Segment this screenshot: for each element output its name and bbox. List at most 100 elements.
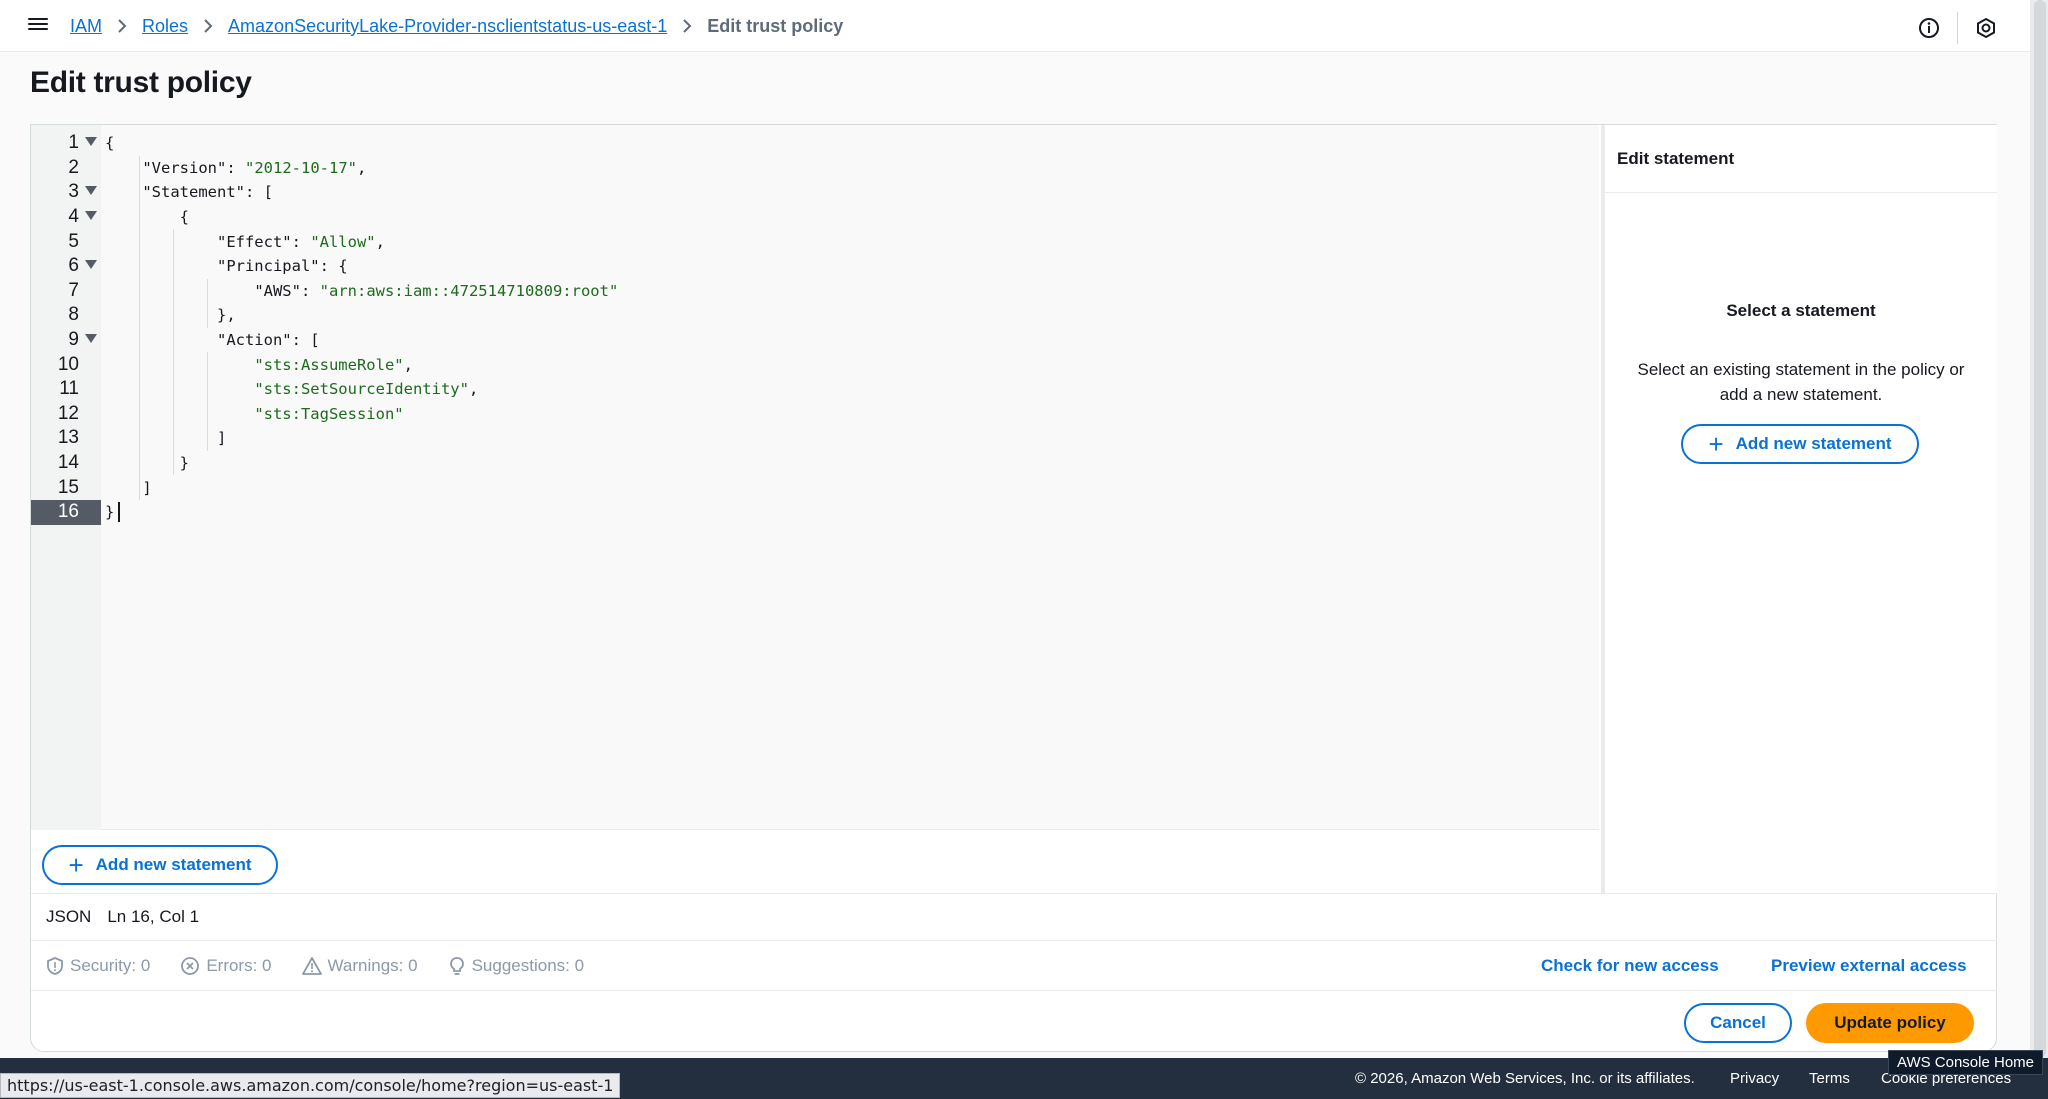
- policy-editor-card: 1{2 "Version": "2012-10-17", 3 "Statement…: [30, 124, 1997, 1052]
- line-number-text: 11: [59, 378, 79, 400]
- code-line[interactable]: 3 "Statement": [: [31, 180, 1599, 205]
- footer-privacy-link[interactable]: Privacy: [1730, 1058, 1779, 1099]
- update-policy-button[interactable]: Update policy: [1806, 1003, 1974, 1043]
- code-text: "sts:AssumeRole",: [254, 355, 413, 374]
- footer-terms-link[interactable]: Terms: [1809, 1058, 1850, 1099]
- edit-statement-panel: Edit statement Select a statement Select…: [1601, 125, 1997, 893]
- chevron-right-icon: [202, 18, 214, 34]
- suggestions-check[interactable]: Suggestions: 0: [448, 956, 584, 976]
- code-line[interactable]: 1{: [31, 131, 1599, 156]
- code-line[interactable]: 6 "Principal": {: [31, 254, 1599, 279]
- code-line[interactable]: 9 "Action": [: [31, 328, 1599, 353]
- text-cursor: [118, 502, 120, 523]
- code-line[interactable]: 12 "sts:TagSession": [31, 402, 1599, 427]
- line-number: 5: [31, 229, 101, 254]
- fold-arrow-icon[interactable]: [85, 333, 97, 343]
- breadcrumb-roles[interactable]: Roles: [142, 16, 188, 37]
- line-number-text: 6: [68, 255, 79, 277]
- code-line[interactable]: 5 "Effect": "Allow",: [31, 229, 1599, 254]
- line-number-text: 12: [57, 402, 79, 424]
- cursor-position: Ln 16, Col 1: [107, 907, 200, 926]
- code-line[interactable]: 4 {: [31, 205, 1599, 230]
- security-check[interactable]: Security: 0: [46, 956, 150, 976]
- indent-guide: [139, 155, 140, 500]
- error-icon: [181, 956, 200, 975]
- code-line[interactable]: 8 },: [31, 303, 1599, 328]
- code-text: ]: [105, 478, 152, 497]
- code-text: }: [105, 503, 115, 522]
- panel-add-new-statement-button[interactable]: + Add new statement: [1681, 424, 1919, 464]
- editor-language: JSON: [46, 907, 92, 926]
- breadcrumb-iam[interactable]: IAM: [70, 16, 102, 37]
- add-new-statement-label: Add new statement: [95, 855, 252, 874]
- lightbulb-icon: [449, 956, 464, 975]
- code-line[interactable]: 2 "Version": "2012-10-17",: [31, 156, 1599, 181]
- line-number: 8: [31, 303, 101, 328]
- footer-copyright: © 2026, Amazon Web Services, Inc. or its…: [1355, 1070, 1695, 1087]
- line-number-text: 15: [57, 476, 79, 498]
- divider: [1957, 12, 1958, 44]
- line-number: 4: [31, 205, 101, 230]
- code-line[interactable]: 10 "sts:AssumeRole",: [31, 352, 1599, 377]
- code-text: "AWS": "arn:aws:iam::472514710809:root": [254, 281, 619, 300]
- edit-statement-header: Edit statement: [1605, 125, 1997, 193]
- code-line[interactable]: 11 "sts:SetSourceIdentity",: [31, 377, 1599, 402]
- menu-icon[interactable]: [28, 15, 48, 35]
- page-scrollbar-thumb[interactable]: [2034, 0, 2046, 1058]
- code-line[interactable]: 7 "AWS": "arn:aws:iam::472514710809:root…: [31, 279, 1599, 304]
- line-number-text: 5: [68, 230, 79, 252]
- line-number-text: 7: [68, 279, 79, 301]
- line-number: 7: [31, 279, 101, 304]
- errors-check[interactable]: Errors: 0: [180, 956, 272, 976]
- json-code-editor[interactable]: 1{2 "Version": "2012-10-17", 3 "Statement…: [31, 125, 1599, 830]
- line-number-text: 8: [68, 304, 79, 326]
- code-line[interactable]: 13 ]: [31, 426, 1599, 451]
- info-icon[interactable]: [1915, 14, 1943, 42]
- warnings-check[interactable]: Warnings: 0: [301, 955, 418, 976]
- plus-icon: +: [1708, 429, 1724, 459]
- code-line[interactable]: 15 ]: [31, 475, 1599, 500]
- line-number-text: 10: [57, 353, 79, 375]
- fold-arrow-icon[interactable]: [85, 210, 97, 220]
- chevron-right-icon: [116, 18, 128, 34]
- code-text: }: [105, 454, 189, 473]
- warnings-count: Warnings: 0: [327, 955, 418, 975]
- fold-arrow-icon[interactable]: [85, 260, 97, 269]
- plus-icon: +: [68, 850, 84, 880]
- add-new-statement-button[interactable]: + Add new statement: [42, 845, 278, 885]
- select-statement-description: Select an existing statement in the poli…: [1637, 360, 1965, 404]
- preview-external-access-link[interactable]: Preview external access: [1771, 941, 1967, 991]
- cancel-button[interactable]: Cancel: [1684, 1003, 1792, 1043]
- line-number-text: 2: [68, 156, 79, 178]
- code-text: "Principal": {: [216, 257, 348, 276]
- warning-icon: [301, 956, 322, 975]
- breadcrumb-role-name[interactable]: AmazonSecurityLake-Provider-nsclientstat…: [228, 16, 667, 37]
- line-number: 10: [31, 352, 101, 377]
- page-scrollbar[interactable]: [2030, 0, 2048, 1058]
- top-icons: [1915, 12, 2000, 44]
- select-statement-title: Select a statement: [1726, 301, 1876, 320]
- editor-status-bar: JSON Ln 16, Col 1: [31, 893, 1997, 941]
- breadcrumb: IAM Roles AmazonSecurityLake-Provider-ns…: [70, 0, 843, 52]
- line-number: 3: [31, 180, 101, 205]
- code-text: "Version": "2012-10-17",: [142, 158, 367, 177]
- status-url-tooltip: https://us-east-1.console.aws.amazon.com…: [0, 1073, 621, 1098]
- line-number: 15: [31, 475, 101, 500]
- check-for-new-access-link[interactable]: Check for new access: [1541, 941, 1719, 991]
- code-text: ]: [105, 429, 227, 448]
- code-text: {: [105, 208, 189, 227]
- code-text: "sts:SetSourceIdentity",: [254, 380, 479, 399]
- code-line[interactable]: 14 }: [31, 451, 1599, 476]
- code-text: },: [105, 306, 236, 325]
- line-number: 2: [31, 156, 101, 181]
- settings-icon[interactable]: [1972, 14, 2000, 42]
- code-text: "Effect": "Allow",: [216, 232, 385, 251]
- code-line[interactable]: 16}: [31, 500, 1599, 525]
- top-navigation-bar: IAM Roles AmazonSecurityLake-Provider-ns…: [0, 0, 2030, 52]
- indent-guide: [207, 352, 208, 451]
- fold-arrow-icon[interactable]: [85, 186, 97, 196]
- fold-arrow-icon[interactable]: [85, 137, 97, 146]
- suggestions-count: Suggestions: 0: [471, 955, 585, 975]
- code-text: "Statement": [: [142, 183, 273, 202]
- line-number: 9: [31, 328, 101, 353]
